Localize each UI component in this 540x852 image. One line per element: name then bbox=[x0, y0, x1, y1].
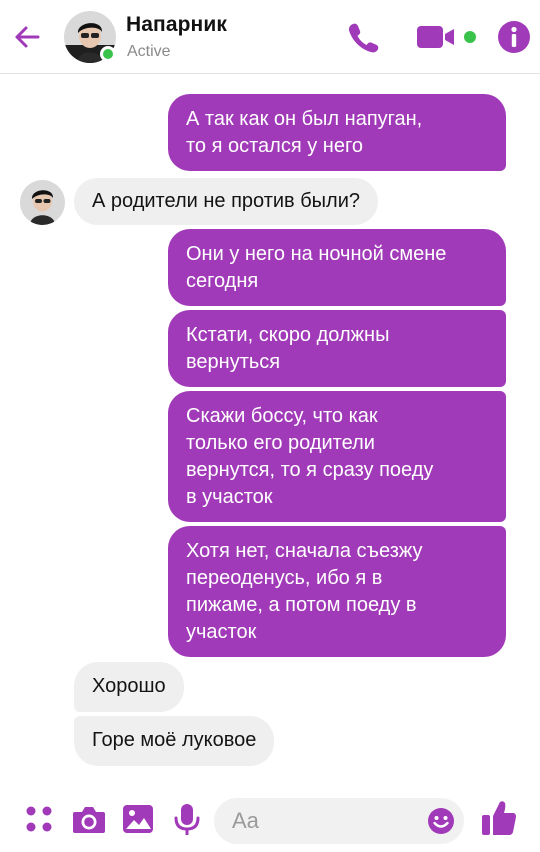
back-arrow-icon[interactable] bbox=[10, 20, 44, 54]
outgoing-message[interactable]: А так как он был напуган, то я остался у… bbox=[168, 94, 506, 171]
incoming-message[interactable]: Хорошо bbox=[74, 662, 184, 712]
camera-icon[interactable] bbox=[71, 802, 107, 836]
outgoing-message[interactable]: Скажи боссу, что как только его родители… bbox=[168, 391, 506, 522]
sender-avatar[interactable] bbox=[20, 180, 65, 225]
thumbs-up-icon[interactable] bbox=[480, 798, 518, 838]
microphone-icon[interactable] bbox=[172, 802, 202, 838]
emoji-icon[interactable] bbox=[427, 807, 455, 835]
message-input-box[interactable] bbox=[214, 798, 464, 844]
contact-name[interactable]: Напарник bbox=[126, 13, 227, 37]
outgoing-message[interactable]: Они у него на ночной смене сегодня bbox=[168, 229, 506, 306]
message-text: Хотя нет, сначала съезжу переоденусь, иб… bbox=[186, 540, 423, 643]
info-icon[interactable] bbox=[497, 20, 531, 54]
gallery-icon[interactable] bbox=[121, 802, 155, 836]
message-text: А родители не против были? bbox=[92, 190, 361, 212]
outgoing-message[interactable]: Хотя нет, сначала съезжу переоденусь, иб… bbox=[168, 526, 506, 657]
chat-header: Напарник Active bbox=[0, 0, 540, 74]
message-text: Они у него на ночной смене сегодня bbox=[186, 243, 447, 292]
message-text: А так как он был напуган, то я остался у… bbox=[186, 108, 423, 157]
phone-icon[interactable] bbox=[345, 20, 381, 54]
message-text: Хорошо bbox=[92, 675, 166, 697]
video-camera-icon[interactable] bbox=[416, 24, 456, 50]
contact-avatar[interactable] bbox=[64, 11, 116, 63]
call-active-indicator bbox=[464, 31, 476, 43]
message-text: Скажи боссу, что как только его родители… bbox=[186, 405, 434, 508]
message-text: Горе моё луковое bbox=[92, 729, 257, 751]
message-composer bbox=[0, 786, 540, 852]
message-input[interactable] bbox=[232, 806, 422, 836]
incoming-message[interactable]: Горе моё луковое bbox=[74, 716, 275, 766]
apps-grid-icon[interactable] bbox=[22, 802, 56, 836]
online-indicator bbox=[100, 46, 116, 62]
incoming-message[interactable]: А родители не против были? bbox=[74, 178, 379, 225]
message-text: Кстати, скоро должны вернуться bbox=[186, 324, 390, 373]
contact-status: Active bbox=[127, 43, 171, 60]
outgoing-message[interactable]: Кстати, скоро должны вернуться bbox=[168, 310, 506, 387]
